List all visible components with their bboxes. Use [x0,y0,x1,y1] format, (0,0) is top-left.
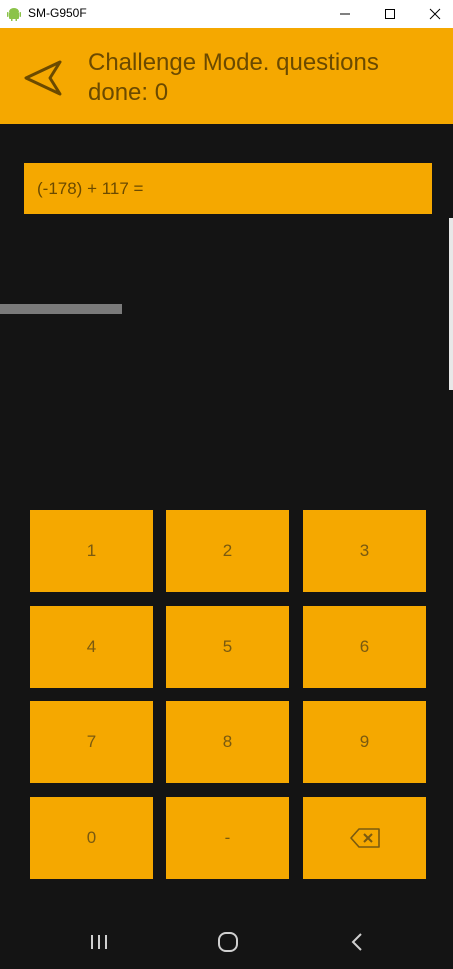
system-nav-bar [0,914,453,969]
window-titlebar: SM-G950F [0,0,453,28]
key-0[interactable]: 0 [30,797,153,879]
close-icon [429,8,441,20]
home-icon [218,932,238,952]
window-title: SM-G950F [28,6,87,20]
key-minus[interactable]: - [166,797,289,879]
key-9[interactable]: 9 [303,701,426,783]
key-4[interactable]: 4 [30,606,153,688]
recent-apps-icon [91,935,107,949]
maximize-icon [385,9,395,19]
maximize-button[interactable] [367,0,413,28]
page-title: Challenge Mode. questions done: 0 [88,49,379,106]
question-box: (-178) + 117 = [24,163,432,214]
key-7[interactable]: 7 [30,701,153,783]
recent-apps-button[interactable] [84,928,114,956]
minimize-button[interactable] [322,0,368,28]
home-button[interactable] [213,928,243,956]
close-button[interactable] [412,0,453,28]
key-8[interactable]: 8 [166,701,289,783]
app-header: Challenge Mode. questions done: 0 [0,28,453,124]
key-3[interactable]: 3 [303,510,426,592]
system-back-button[interactable] [342,928,372,956]
backspace-icon [349,828,380,848]
key-5[interactable]: 5 [166,606,289,688]
key-2[interactable]: 2 [166,510,289,592]
back-arrow-icon [24,60,62,96]
minimize-icon [340,13,350,15]
back-button[interactable] [22,56,66,100]
question-text: (-178) + 117 = [37,179,144,198]
key-backspace[interactable] [303,797,426,879]
android-icon [7,8,21,21]
key-6[interactable]: 6 [303,606,426,688]
key-1[interactable]: 1 [30,510,153,592]
timer-progress-bar [0,304,123,314]
back-icon [351,933,362,951]
scroll-indicator [449,218,453,390]
